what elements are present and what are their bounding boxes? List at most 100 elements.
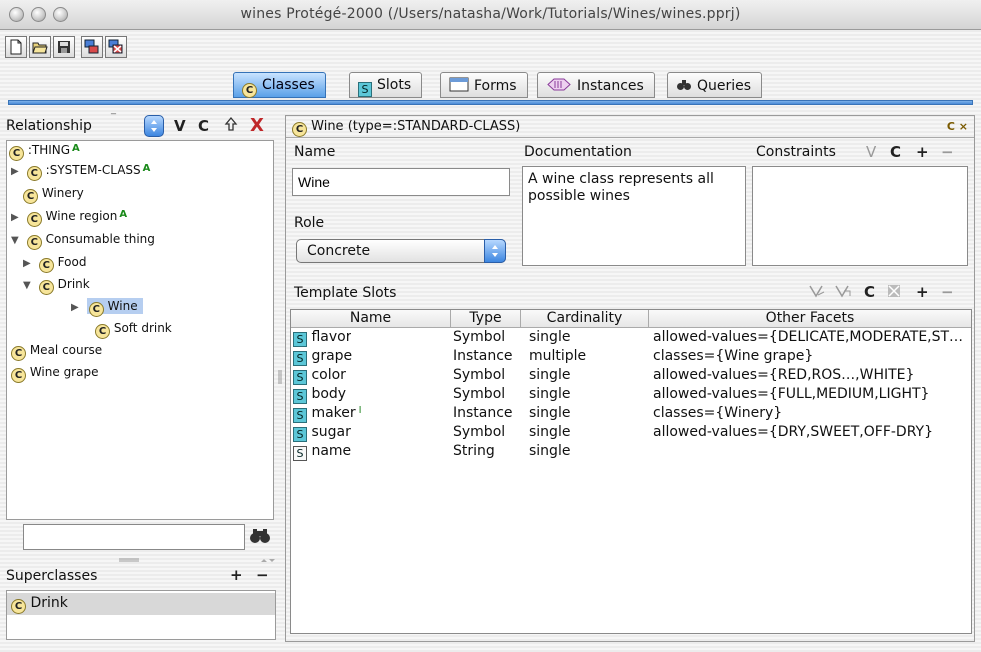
cascade-windows-button[interactable] xyxy=(81,36,103,58)
role-label: Role xyxy=(294,215,325,231)
role-dropdown-button[interactable] xyxy=(484,239,506,263)
window-title: wines Protégé-2000 (/Users/natasha/Work/… xyxy=(240,6,741,22)
title-bar: wines Protégé-2000 (/Users/natasha/Work/… xyxy=(0,0,981,30)
relationship-label: Relationship xyxy=(6,118,92,134)
create-constraint-button[interactable]: C xyxy=(890,143,901,161)
tree-item-thing[interactable]: C :THING A xyxy=(9,143,80,163)
class-tree-header: Relationship ‾ V C X xyxy=(6,113,264,137)
table-row[interactable]: S grape Instance multiple classes={Wine … xyxy=(291,348,971,366)
add-constraint-button[interactable]: + xyxy=(916,143,929,161)
relationship-selector[interactable] xyxy=(144,115,164,137)
hierarchy-icon xyxy=(224,116,238,131)
delete-class-button[interactable]: X xyxy=(250,115,264,136)
create-class-button[interactable]: C xyxy=(198,117,209,135)
save-project-icon xyxy=(58,41,70,53)
tab-classes[interactable]: C Classes xyxy=(233,72,326,98)
table-row[interactable]: S color Symbol single allowed-values={RE… xyxy=(291,367,971,385)
tree-item-wine[interactable]: ▶ C Wine xyxy=(71,298,143,319)
remove-slot-override-button[interactable] xyxy=(886,283,902,303)
class-editor: C Wine (type=:STANDARD-CLASS) C × Name D… xyxy=(285,115,975,642)
class-icon: C xyxy=(26,235,42,250)
create-slot-button[interactable]: C xyxy=(864,283,875,301)
class-name-field[interactable] xyxy=(292,168,510,196)
tree-item-system-class[interactable]: ▶ C :SYSTEM-CLASS A xyxy=(11,163,150,183)
close-windows-button[interactable] xyxy=(105,36,127,58)
column-header-other-facets[interactable]: Other Facets xyxy=(649,310,971,328)
tab-slots[interactable]: S Slots xyxy=(349,72,423,98)
expand-triangle-icon[interactable]: ▶ xyxy=(23,258,35,269)
documentation-field[interactable]: A wine class represents all possible win… xyxy=(522,166,746,266)
expand-triangle-icon[interactable]: ▶ xyxy=(11,166,23,177)
tab-bar: C Classes S Slots Forms Instances Queries xyxy=(0,70,981,100)
classes-tab-icon: C xyxy=(242,79,257,98)
left-panel-splitter[interactable] xyxy=(6,554,276,563)
constraints-list[interactable] xyxy=(752,166,968,266)
tree-item-winery[interactable]: C Winery xyxy=(23,186,84,206)
constraints-label: Constraints xyxy=(756,144,836,160)
class-tree: C :THING A ▶ C :SYSTEM-CLASS A C Winery ▶ … xyxy=(6,140,274,520)
column-header-cardinality[interactable]: Cardinality xyxy=(521,310,649,328)
class-icon: C xyxy=(26,212,42,227)
tree-item-meal-course[interactable]: C Meal course xyxy=(11,343,102,363)
class-search-input[interactable] xyxy=(23,524,245,550)
view-class-button[interactable]: V xyxy=(174,117,186,135)
close-editor-button[interactable]: C × xyxy=(947,120,968,133)
table-row[interactable]: S flavor Symbol single allowed-values={D… xyxy=(291,329,971,347)
class-editor-header: C Wine (type=:STANDARD-CLASS) C × xyxy=(286,116,974,138)
remove-constraint-button[interactable]: − xyxy=(941,143,954,161)
remove-slot-button[interactable]: − xyxy=(941,283,954,301)
table-row[interactable]: S maker I Instance single classes={Winery… xyxy=(291,405,971,423)
name-label: Name xyxy=(294,144,336,160)
collapse-triangle-icon[interactable]: ▼ xyxy=(23,280,35,291)
add-slot-button[interactable]: + xyxy=(916,283,929,301)
cascade-windows-icon xyxy=(84,39,99,54)
tab-forms[interactable]: Forms xyxy=(440,72,528,98)
tab-content-border xyxy=(8,100,973,105)
updown-arrows-icon xyxy=(492,245,498,257)
remove-override-icon xyxy=(888,285,900,297)
tree-item-wine-grape[interactable]: C Wine grape xyxy=(11,365,98,385)
slot-icon: S xyxy=(293,332,307,347)
remove-superclass-button[interactable]: − xyxy=(256,566,269,584)
tree-item-wine-region[interactable]: ▶ C Wine region A xyxy=(11,209,127,229)
find-class-button[interactable] xyxy=(249,526,273,548)
class-icon: C xyxy=(38,280,54,295)
instances-tab-icon xyxy=(546,77,572,96)
view-slot-button[interactable] xyxy=(808,283,826,303)
column-header-name[interactable]: Name xyxy=(291,310,451,328)
slot-icon: S xyxy=(293,427,307,442)
tree-item-soft-drink[interactable]: C Soft drink xyxy=(95,321,172,341)
tree-item-consumable-thing[interactable]: ▼ C Consumable thing xyxy=(11,232,155,252)
save-project-button[interactable] xyxy=(53,36,75,58)
forms-tab-icon xyxy=(449,77,469,96)
column-header-type[interactable]: Type xyxy=(451,310,521,328)
new-project-button[interactable] xyxy=(5,36,27,58)
expand-triangle-icon[interactable]: ▶ xyxy=(11,212,23,223)
tab-instances[interactable]: Instances xyxy=(537,72,655,98)
tab-queries[interactable]: Queries xyxy=(667,72,763,98)
superclass-item[interactable]: C Drink xyxy=(7,593,275,615)
table-row[interactable]: S name String single xyxy=(291,443,971,461)
add-superclass-button[interactable]: + xyxy=(230,566,243,584)
view-slot-icon xyxy=(809,285,825,298)
tree-item-drink[interactable]: ▼ C Drink xyxy=(23,277,90,297)
slot-icon: S xyxy=(293,351,307,366)
view-constraint-button[interactable]: V xyxy=(866,143,876,161)
new-project-icon xyxy=(10,39,22,55)
view-top-slot-button[interactable] xyxy=(834,283,852,303)
slot-icon: S xyxy=(293,370,307,385)
panel-splitter[interactable] xyxy=(278,370,282,384)
collapse-triangle-icon[interactable]: ▼ xyxy=(11,235,23,246)
tree-item-food[interactable]: ▶ C Food xyxy=(23,255,86,275)
table-row[interactable]: S body Symbol single allowed-values={FUL… xyxy=(291,386,971,404)
expand-triangle-icon[interactable]: ▶ xyxy=(71,302,83,313)
table-row[interactable]: S sugar Symbol single allowed-values={DR… xyxy=(291,424,971,442)
class-icon: C xyxy=(9,146,24,161)
hierarchy-button[interactable] xyxy=(224,116,238,135)
binoculars-icon xyxy=(250,529,270,543)
class-icon: C xyxy=(38,258,54,273)
role-select[interactable]: Concrete xyxy=(296,239,506,263)
class-icon: C xyxy=(292,122,307,137)
open-project-button[interactable] xyxy=(29,36,51,58)
main-toolbar xyxy=(0,31,981,65)
